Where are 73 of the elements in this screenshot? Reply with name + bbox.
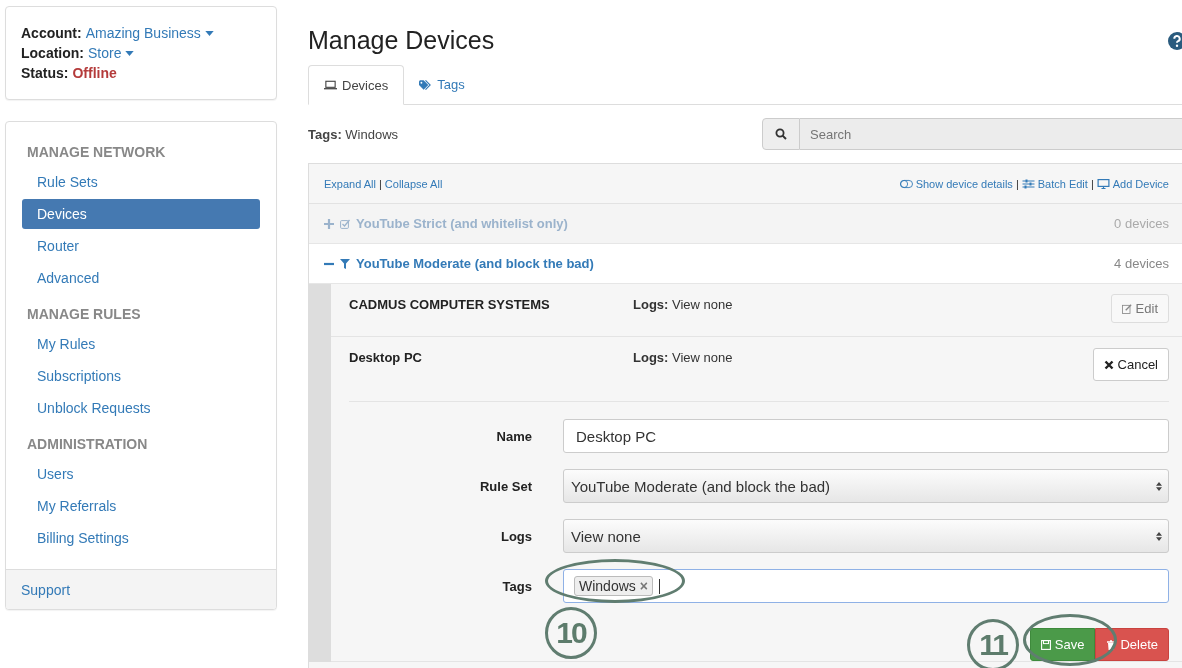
sidebar-item[interactable]: Billing Settings <box>22 523 260 553</box>
tags-field[interactable]: Windows × <box>563 569 1169 603</box>
sidebar-item[interactable]: Rule Sets <box>22 167 260 197</box>
edit-icon <box>1121 303 1132 314</box>
section-heading: ADMINISTRATION <box>26 435 149 454</box>
sidebar-item[interactable]: Users <box>22 459 260 489</box>
device-name: CADMUS COMPUTER SYSTEMS <box>349 296 551 312</box>
support-link[interactable]: Support <box>6 569 276 609</box>
checkbox-icon <box>340 218 350 229</box>
field-label: Rule Set <box>479 478 532 494</box>
tab[interactable]: Tags <box>404 65 480 104</box>
device-count: 0 devices <box>1114 216 1169 231</box>
name-field[interactable]: Desktop PC <box>563 419 1169 453</box>
sidebar-item[interactable]: Router <box>22 231 260 261</box>
device-logs: Logs: View none <box>633 349 734 365</box>
caret-icon <box>125 51 135 56</box>
help-icon[interactable] <box>1168 31 1182 50</box>
tab[interactable]: Devices <box>308 65 405 105</box>
sidebar-item[interactable]: My Rules <box>22 329 260 359</box>
device-name: Desktop PC <box>349 349 423 365</box>
account-label: Account: <box>21 24 82 43</box>
laptop-icon <box>324 80 337 90</box>
section-heading: MANAGE NETWORK <box>26 143 167 162</box>
sidebar-item[interactable]: Devices <box>22 199 260 229</box>
account-label: Status: <box>21 64 69 83</box>
field-label: Tags <box>501 578 532 594</box>
separator: | <box>1090 177 1094 190</box>
save-button[interactable]: Save <box>1029 628 1096 661</box>
tags-icon <box>419 79 433 90</box>
account-dropdown[interactable]: Amazing Business <box>85 24 201 43</box>
select-field[interactable]: View none <box>563 519 1169 553</box>
monitor-icon <box>1096 178 1110 189</box>
caret-icon <box>204 31 214 36</box>
sidebar-item[interactable]: Advanced <box>22 263 260 293</box>
edit-button[interactable]: Edit <box>1110 294 1169 323</box>
remove-tag-button[interactable]: × <box>639 578 648 594</box>
cancel-button[interactable]: Cancel <box>1092 348 1169 381</box>
device-logs: Logs: View none <box>633 296 734 312</box>
close-icon <box>1103 359 1114 370</box>
select-field[interactable]: YouTube Moderate (and block the bad) <box>563 469 1169 503</box>
sidebar-item[interactable]: My Referrals <box>22 491 260 521</box>
account-dropdown[interactable]: Store <box>88 44 122 63</box>
separator: | <box>1015 177 1019 190</box>
toolbar-link[interactable]: Expand All <box>324 177 376 190</box>
status-text: Offline <box>72 64 117 83</box>
delete-button[interactable]: Delete <box>1095 628 1169 661</box>
toolbar-link[interactable]: Show device details <box>899 177 1013 190</box>
sidebar-item[interactable]: Subscriptions <box>22 361 260 391</box>
sidebar-item[interactable]: Unblock Requests <box>22 393 260 423</box>
search-icon <box>775 128 787 140</box>
callout-number: 10 <box>545 607 597 659</box>
plus-icon <box>324 218 334 229</box>
callout-number: 11 <box>967 619 1019 668</box>
toolbar-link[interactable]: Add Device <box>1096 177 1169 190</box>
tag-chip: Windows × <box>574 576 653 596</box>
toolbar-link[interactable]: Collapse All <box>384 177 443 190</box>
toggle-icon <box>899 178 913 189</box>
search-field[interactable]: Search <box>800 118 1182 150</box>
filter-icon <box>340 258 350 269</box>
separator: | <box>379 177 382 190</box>
group-toggle[interactable]: YouTube Moderate (and block the bad) <box>324 256 594 271</box>
device-count: 4 devices <box>1114 256 1169 271</box>
section-heading: MANAGE RULES <box>26 305 142 324</box>
tag-filter-text: Tags: Windows <box>308 126 399 142</box>
account-label: Location: <box>21 44 84 63</box>
field-label: Logs <box>499 528 532 544</box>
toolbar-link[interactable]: Batch Edit <box>1021 177 1088 190</box>
select-arrows-icon <box>1156 530 1162 542</box>
select-arrows-icon <box>1156 480 1162 492</box>
field-label: Name <box>495 428 532 444</box>
search-button[interactable] <box>762 118 800 150</box>
sliders-icon <box>1021 178 1035 189</box>
page-title: Manage Devices <box>308 26 495 55</box>
